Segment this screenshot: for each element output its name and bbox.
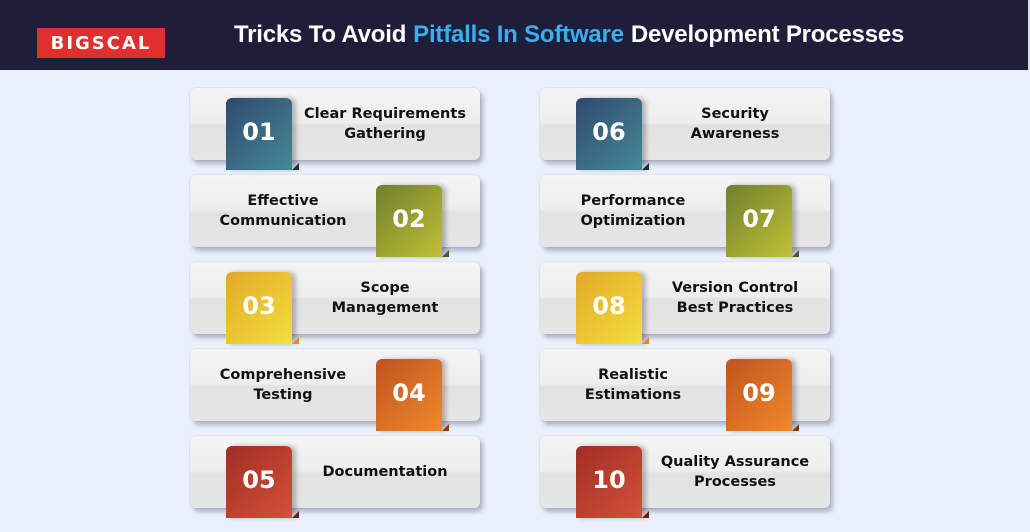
badge-number: 09 xyxy=(742,379,776,407)
number-badge: 05 xyxy=(226,446,299,518)
bigscal-logo[interactable]: BIGSCAL xyxy=(37,28,165,58)
tip-label-text: Performance Optimization xyxy=(580,191,685,231)
tip-label-text: Security Awareness xyxy=(691,104,780,144)
tip-label: Documentation xyxy=(295,436,475,508)
tip-label: Quality Assurance Processes xyxy=(645,436,825,508)
tip-label-text: Version Control Best Practices xyxy=(672,278,798,318)
logo-text: BIGSCAL xyxy=(50,32,152,54)
tip-label-line1: Documentation xyxy=(322,464,448,480)
tip-label: Performance Optimization xyxy=(543,175,723,247)
badge-number: 01 xyxy=(242,118,276,146)
tip-card: Documentation 05 xyxy=(190,436,480,518)
tip-card: Clear Requirements Gathering 01 xyxy=(190,88,480,170)
tip-card: Performance Optimization 07 xyxy=(540,175,830,257)
badge-number: 02 xyxy=(392,205,426,233)
badge-number: 10 xyxy=(592,466,626,494)
tip-label: Effective Communication xyxy=(193,175,373,247)
number-badge: 06 xyxy=(576,98,649,170)
tip-card: Comprehensive Testing 04 xyxy=(190,349,480,431)
tip-label: Comprehensive Testing xyxy=(193,349,373,421)
tip-label-text: Realistic Estimations xyxy=(585,365,681,405)
number-badge: 09 xyxy=(726,359,799,431)
tip-label-line2: Communication xyxy=(219,213,347,229)
tip-label-text: Clear Requirements Gathering xyxy=(304,104,466,144)
tip-label-line2: Estimations xyxy=(584,387,682,403)
tip-label-line2: Optimization xyxy=(580,213,686,229)
tip-label-line2: Gathering xyxy=(344,126,426,142)
title-accent: Pitfalls In Software xyxy=(413,21,624,48)
title-suffix: Development Processes xyxy=(630,21,905,48)
tip-label-line2: Awareness xyxy=(690,126,780,142)
tip-label-line1: Performance xyxy=(580,193,686,209)
tip-label-line2: Management xyxy=(331,300,439,316)
tip-label-line1: Quality Assurance xyxy=(660,454,810,470)
number-badge: 04 xyxy=(376,359,449,431)
tip-label-text: Comprehensive Testing xyxy=(220,365,346,405)
page-title: Tricks To Avoid Pitfalls In Software Dev… xyxy=(234,18,904,52)
tip-label-line2: Best Practices xyxy=(676,300,794,316)
tip-card: Effective Communication 02 xyxy=(190,175,480,257)
badge-number: 03 xyxy=(242,292,276,320)
tip-label-line1: Version Control xyxy=(671,280,799,296)
tip-label-line1: Clear Requirements xyxy=(304,106,466,122)
tip-label: Realistic Estimations xyxy=(543,349,723,421)
tip-card: Security Awareness 06 xyxy=(540,88,830,170)
tip-card: Scope Management 03 xyxy=(190,262,480,344)
badge-number: 06 xyxy=(592,118,626,146)
tip-label-line2: Processes xyxy=(694,474,776,490)
tip-label-text: Documentation xyxy=(322,462,447,482)
tip-card: Version Control Best Practices 08 xyxy=(540,262,830,344)
tip-label: Clear Requirements Gathering xyxy=(295,88,475,160)
tip-card: Realistic Estimations 09 xyxy=(540,349,830,431)
tip-label-line1: Realistic xyxy=(598,367,668,383)
tip-label-line2: Testing xyxy=(253,387,313,403)
badge-number: 05 xyxy=(242,466,276,494)
badge-number: 07 xyxy=(742,205,776,233)
tip-label-text: Scope Management xyxy=(332,278,439,318)
number-badge: 02 xyxy=(376,185,449,257)
tip-label-line1: Scope xyxy=(360,280,410,296)
header-banner: BIGSCAL Tricks To Avoid Pitfalls In Soft… xyxy=(0,0,1030,70)
tip-label: Security Awareness xyxy=(645,88,825,160)
tip-label: Version Control Best Practices xyxy=(645,262,825,334)
number-badge: 10 xyxy=(576,446,649,518)
number-badge: 07 xyxy=(726,185,799,257)
tip-label-text: Quality Assurance Processes xyxy=(661,452,809,492)
title-prefix: Tricks To Avoid xyxy=(234,21,407,48)
number-badge: 08 xyxy=(576,272,649,344)
number-badge: 01 xyxy=(226,98,299,170)
number-badge: 03 xyxy=(226,272,299,344)
tip-label-line1: Comprehensive xyxy=(219,367,347,383)
tip-label-text: Effective Communication xyxy=(219,191,346,231)
tip-label: Scope Management xyxy=(295,262,475,334)
badge-number: 04 xyxy=(392,379,426,407)
badge-number: 08 xyxy=(592,292,626,320)
tip-label-line1: Effective xyxy=(247,193,319,209)
tip-card: Quality Assurance Processes 10 xyxy=(540,436,830,518)
tip-label-line1: Security xyxy=(701,106,769,122)
